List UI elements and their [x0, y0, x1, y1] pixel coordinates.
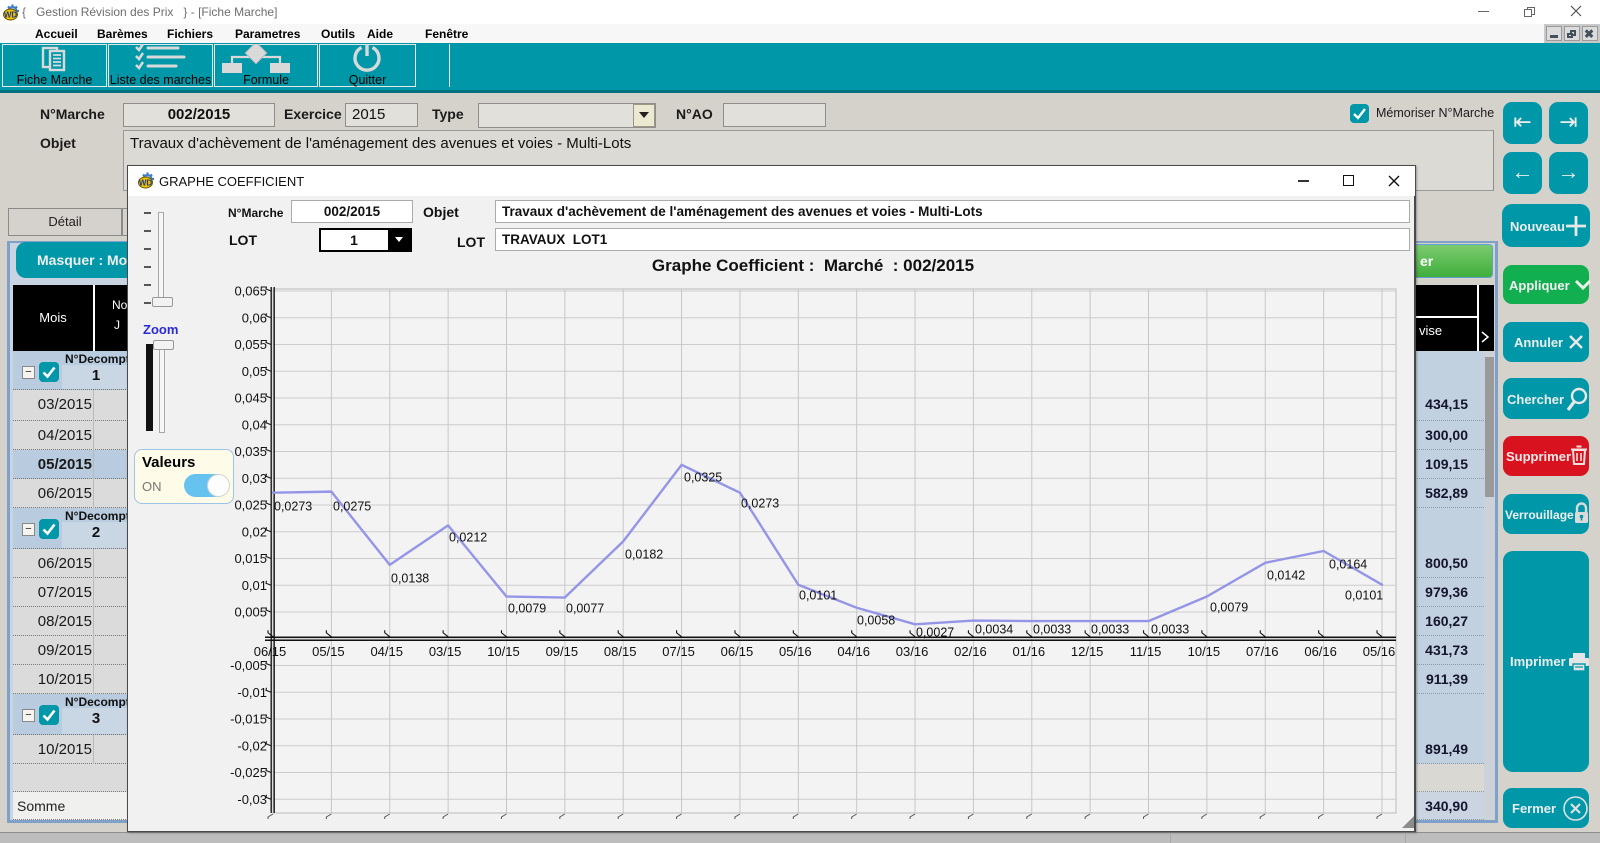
svg-text:0,05: 0,05 — [242, 364, 267, 379]
svg-text:0,0275: 0,0275 — [333, 500, 371, 514]
svg-text:03/16: 03/16 — [896, 644, 929, 659]
svg-text:-0,02: -0,02 — [237, 738, 267, 753]
svg-text:0,0101: 0,0101 — [1345, 589, 1383, 603]
svg-text:0,0034: 0,0034 — [975, 623, 1013, 637]
svg-text:0,0033: 0,0033 — [1151, 623, 1189, 637]
svg-text:07/16: 07/16 — [1246, 644, 1279, 659]
svg-text:0,0058: 0,0058 — [857, 614, 895, 628]
svg-text:03/15: 03/15 — [429, 644, 462, 659]
svg-text:0,0033: 0,0033 — [1091, 623, 1129, 637]
svg-text:0,065: 0,065 — [234, 284, 267, 299]
svg-text:0,02: 0,02 — [242, 524, 267, 539]
svg-text:06/15: 06/15 — [254, 644, 287, 659]
svg-text:WD: WD — [4, 11, 18, 20]
svg-text:0,0079: 0,0079 — [1210, 601, 1248, 615]
svg-text:0,055: 0,055 — [234, 337, 267, 352]
svg-text:0,025: 0,025 — [234, 498, 267, 513]
svg-text:0,0077: 0,0077 — [566, 602, 604, 616]
svg-text:0,06: 0,06 — [242, 310, 267, 325]
svg-text:0,0079: 0,0079 — [508, 602, 546, 616]
svg-text:0,0142: 0,0142 — [1267, 569, 1305, 583]
svg-text:12/15: 12/15 — [1071, 644, 1104, 659]
svg-text:0,0027: 0,0027 — [916, 626, 954, 640]
svg-text:0,045: 0,045 — [234, 391, 267, 406]
svg-text:04/15: 04/15 — [370, 644, 403, 659]
svg-text:09/15: 09/15 — [546, 644, 579, 659]
svg-text:0,01: 0,01 — [242, 578, 267, 593]
svg-text:0,0325: 0,0325 — [684, 471, 722, 485]
svg-text:0,0164: 0,0164 — [1329, 558, 1367, 572]
svg-text:0,03: 0,03 — [242, 471, 267, 486]
svg-text:0,0138: 0,0138 — [391, 572, 429, 586]
svg-text:0,035: 0,035 — [234, 444, 267, 459]
svg-text:-0,01: -0,01 — [237, 685, 267, 700]
svg-text:10/15: 10/15 — [487, 644, 520, 659]
svg-text:0,005: 0,005 — [234, 605, 267, 620]
svg-text:0,0212: 0,0212 — [449, 531, 487, 545]
svg-text:0,0033: 0,0033 — [1033, 623, 1071, 637]
svg-text:-0,03: -0,03 — [237, 792, 267, 807]
svg-text:0,0101: 0,0101 — [799, 589, 837, 603]
svg-text:-0,015: -0,015 — [230, 712, 267, 727]
svg-text:04/16: 04/16 — [837, 644, 870, 659]
svg-text:11/15: 11/15 — [1130, 644, 1162, 659]
svg-text:01/16: 01/16 — [1013, 644, 1046, 659]
svg-text:08/15: 08/15 — [604, 644, 637, 659]
svg-text:10/15: 10/15 — [1188, 644, 1221, 659]
svg-text:0,0273: 0,0273 — [274, 500, 312, 514]
svg-text:05/16: 05/16 — [1363, 644, 1396, 659]
svg-text:-0,005: -0,005 — [230, 658, 267, 673]
svg-text:06/15: 06/15 — [721, 644, 754, 659]
svg-text:05/16: 05/16 — [779, 644, 812, 659]
svg-text:05/15: 05/15 — [312, 644, 345, 659]
svg-text:0,0273: 0,0273 — [741, 497, 779, 511]
svg-text:0,015: 0,015 — [234, 551, 267, 566]
svg-text:-0,025: -0,025 — [230, 765, 267, 780]
svg-text:07/15: 07/15 — [662, 644, 695, 659]
svg-text:0,0182: 0,0182 — [625, 548, 663, 562]
svg-text:06/16: 06/16 — [1304, 644, 1337, 659]
svg-text:02/16: 02/16 — [954, 644, 987, 659]
svg-text:0,04: 0,04 — [242, 417, 267, 432]
